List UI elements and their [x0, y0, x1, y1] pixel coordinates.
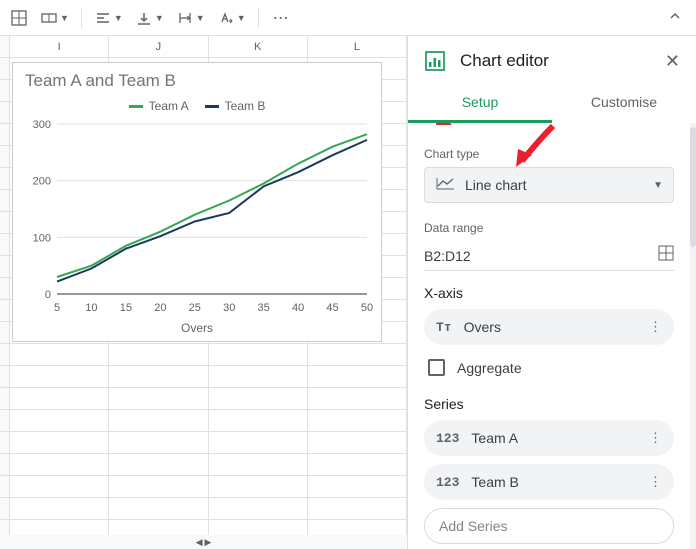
svg-text:20: 20 — [154, 302, 166, 314]
svg-text:200: 200 — [33, 176, 51, 188]
aggregate-checkbox[interactable]: Aggregate — [424, 353, 674, 382]
h-scrollbar[interactable]: ◀▶ — [0, 535, 407, 549]
align-left-icon — [94, 9, 112, 27]
spreadsheet-area: I J K L Team A and Team B Team A Team B … — [0, 36, 408, 549]
number-type-icon: 123 — [436, 475, 459, 490]
rotation-button[interactable]: ▼ — [213, 5, 250, 31]
col-header[interactable]: I — [10, 36, 109, 57]
annotation-arrow — [408, 123, 468, 135]
add-series-button[interactable]: Add Series — [424, 508, 674, 544]
tab-customise[interactable]: Customise — [552, 84, 696, 123]
merge-icon — [40, 9, 58, 27]
series-chip[interactable]: 123 Team A ⋮ — [424, 420, 674, 456]
panel-body: Chart type Line chart ▼ Data range B2:D1… — [408, 123, 690, 549]
wrap-icon — [176, 9, 194, 27]
chart-type-label: Chart type — [424, 147, 674, 161]
svg-text:50: 50 — [361, 302, 373, 314]
line-chart-icon — [435, 176, 455, 195]
svg-text:300: 300 — [33, 119, 51, 131]
chart-legend: Team A Team B — [17, 95, 377, 119]
chip-menu[interactable]: ⋮ — [645, 430, 666, 446]
svg-text:15: 15 — [120, 302, 132, 314]
chevron-down-icon: ▼ — [237, 13, 246, 23]
col-header[interactable]: K — [209, 36, 308, 57]
chevron-down-icon: ▼ — [653, 180, 663, 191]
checkbox-icon — [428, 359, 445, 376]
svg-text:5: 5 — [54, 302, 60, 314]
grid-select-icon[interactable] — [658, 245, 674, 266]
series-label: Series — [424, 396, 674, 412]
x-axis-label: Overs — [17, 321, 377, 335]
toolbar: ▼ ▼ ▼ ▼ ▼ ⋯ — [0, 0, 696, 36]
sidebar-scrollbar[interactable] — [690, 123, 696, 549]
chevron-down-icon: ▼ — [60, 13, 69, 23]
chart-editor-icon — [424, 50, 446, 72]
data-range-label: Data range — [424, 221, 674, 235]
chart-plot: 0 100 200 300 5 10 15 20 25 30 35 40 45 50 — [17, 119, 377, 319]
text-type-icon: Tᴛ — [436, 320, 452, 335]
panel-title: Chart editor — [460, 51, 665, 71]
svg-text:10: 10 — [85, 302, 97, 314]
svg-text:100: 100 — [33, 232, 51, 244]
xaxis-label: X-axis — [424, 285, 674, 301]
wrap-button[interactable]: ▼ — [172, 5, 209, 31]
xaxis-field[interactable]: Tᴛ Overs ⋮ — [424, 309, 674, 345]
svg-text:40: 40 — [292, 302, 304, 314]
svg-text:30: 30 — [223, 302, 235, 314]
text-rotation-icon — [217, 9, 235, 27]
borders-button[interactable] — [6, 5, 32, 31]
chip-menu[interactable]: ⋮ — [645, 474, 666, 490]
data-range-input[interactable]: B2:D12 — [424, 248, 658, 264]
chart-type-select[interactable]: Line chart ▼ — [424, 167, 674, 203]
svg-text:35: 35 — [258, 302, 270, 314]
chevron-down-icon: ▼ — [155, 13, 164, 23]
tab-setup[interactable]: Setup — [408, 84, 552, 123]
embedded-chart[interactable]: Team A and Team B Team A Team B 0 100 200 3… — [12, 62, 382, 342]
col-header[interactable]: L — [308, 36, 407, 57]
chip-menu[interactable]: ⋮ — [645, 319, 666, 335]
h-align-button[interactable]: ▼ — [90, 5, 127, 31]
borders-icon — [10, 9, 28, 27]
grid[interactable]: Team A and Team B Team A Team B 0 100 200 3… — [0, 58, 407, 549]
chevron-down-icon: ▼ — [114, 13, 123, 23]
merge-button[interactable]: ▼ — [36, 5, 73, 31]
svg-text:25: 25 — [189, 302, 201, 314]
toolbar-more[interactable]: ⋯ — [267, 8, 295, 28]
v-align-button[interactable]: ▼ — [131, 5, 168, 31]
valign-bottom-icon — [135, 9, 153, 27]
number-type-icon: 123 — [436, 431, 459, 446]
chart-title: Team A and Team B — [17, 71, 377, 95]
chart-editor-panel: Chart editor ✕ Setup Customise Chart typ… — [408, 36, 696, 549]
svg-text:0: 0 — [45, 289, 51, 301]
collapse-toolbar[interactable] — [660, 5, 690, 30]
col-header[interactable]: J — [109, 36, 208, 57]
svg-text:45: 45 — [326, 302, 338, 314]
series-chip[interactable]: 123 Team B ⋮ — [424, 464, 674, 500]
chevron-down-icon: ▼ — [196, 13, 205, 23]
close-button[interactable]: ✕ — [665, 51, 680, 72]
